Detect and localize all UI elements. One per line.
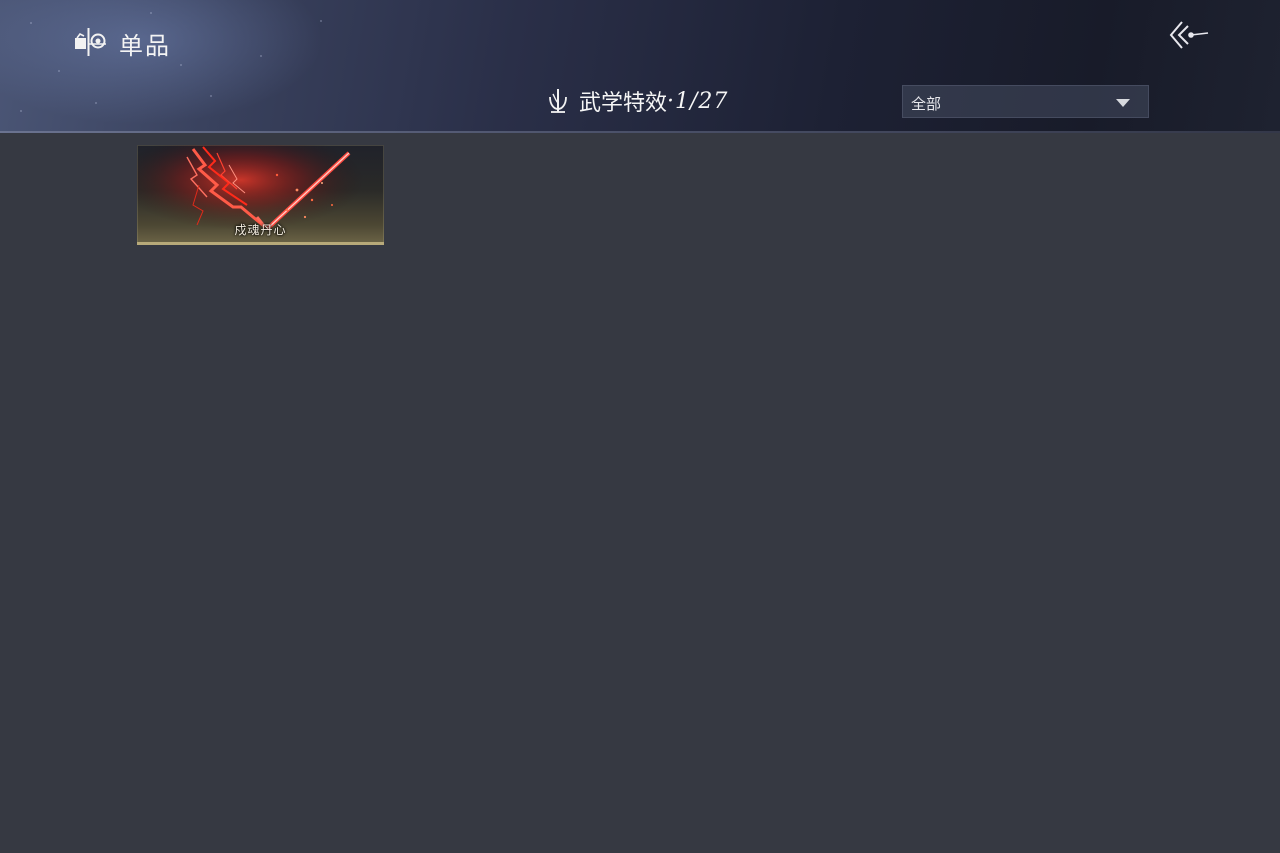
section-heading: 武学特效 ·1/27 xyxy=(546,86,728,116)
page-title: 单品 xyxy=(119,32,171,60)
item-count: ·1/27 xyxy=(667,88,729,114)
martial-emblem-icon xyxy=(549,89,567,113)
chevron-down-icon xyxy=(1116,99,1130,107)
back-arrow-icon[interactable] xyxy=(1166,18,1210,52)
items-category-icon xyxy=(75,28,106,56)
card-bottom-border xyxy=(137,242,384,245)
effect-item-card[interactable]: 戍魂丹心 xyxy=(137,145,384,245)
category-filter-dropdown[interactable]: 全部 xyxy=(902,85,1149,118)
header-divider xyxy=(0,131,1280,133)
section-title: 武学特效 xyxy=(579,91,668,116)
filter-selected-value: 全部 xyxy=(911,95,942,113)
item-name-label: 戍魂丹心 xyxy=(234,223,287,237)
